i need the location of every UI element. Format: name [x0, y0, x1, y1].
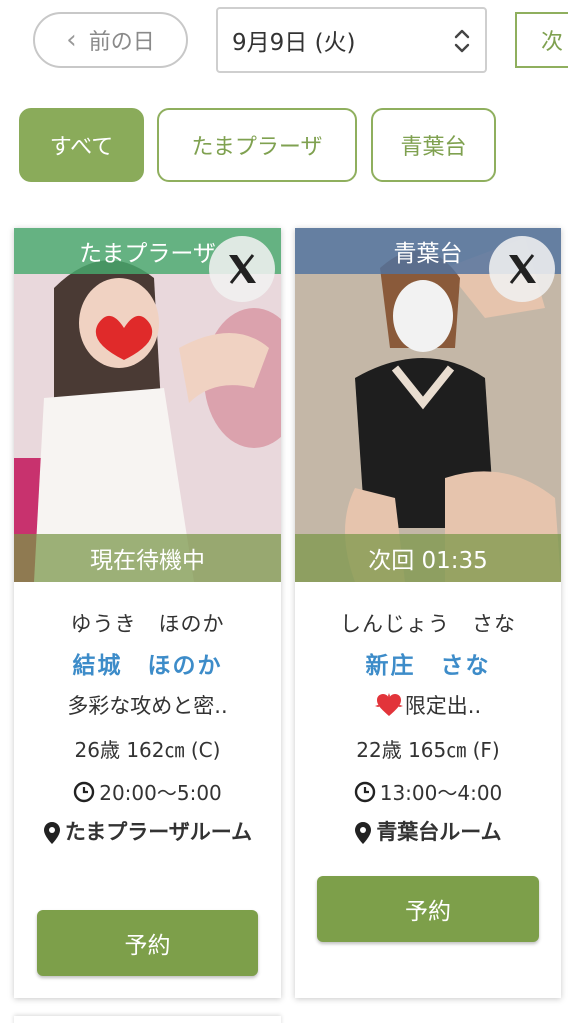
prev-day-button[interactable]: ‹ 前の日 [33, 12, 188, 68]
filter-aobadai[interactable]: 青葉台 [371, 108, 496, 182]
name-kana: しんじょう さな [340, 612, 516, 636]
next-day-button[interactable]: 次 [515, 12, 568, 68]
filter-tamaplaza-label: たまプラーザ [191, 135, 323, 160]
filter-all-label: すべて [49, 135, 114, 160]
cast-photo[interactable]: たまプラーザ 現在待機中 [14, 228, 281, 582]
room-name: 青葉台ルーム [376, 820, 502, 844]
updown-chevron-icon [454, 29, 470, 53]
room-name: たまプラーザルーム [64, 820, 253, 844]
date-select-value: 9月9日 (火) [232, 30, 356, 56]
reserve-button[interactable]: 予約 [37, 910, 258, 976]
date-select[interactable]: 9月9日 (火) [216, 7, 487, 73]
sparkling-heart-icon [374, 693, 403, 716]
work-hours: 13:00〜4:00 [379, 781, 503, 805]
catchcopy: 多彩な攻めと密.. [67, 694, 228, 718]
cast-card: 青葉台 次回 01:35 しんじょう さな 新庄 さな 限定出.. 22歳 16… [295, 228, 561, 998]
x-icon[interactable] [209, 236, 275, 302]
cast-specs: 26歳 162㎝ (C) [74, 738, 221, 762]
cast-photo[interactable]: 青葉台 次回 01:35 [295, 228, 561, 582]
cast-card [14, 1016, 281, 1023]
filter-tamaplaza[interactable]: たまプラーザ [157, 108, 357, 182]
reserve-button[interactable]: 予約 [317, 876, 539, 942]
clock-icon [74, 781, 95, 802]
cast-card: たまプラーザ 現在待機中 ゆうき ほのか 結城 ほのか 多彩な攻めと密.. 26… [14, 228, 281, 998]
x-icon[interactable] [489, 236, 555, 302]
location-pin-icon [355, 822, 372, 844]
filter-aobadai-label: 青葉台 [400, 135, 467, 160]
cast-specs: 22歳 165㎝ (F) [356, 738, 500, 762]
cast-name[interactable]: 結城 ほのか [14, 646, 281, 680]
next-day-label: 次 [541, 30, 564, 55]
cast-name[interactable]: 新庄 さな [295, 646, 561, 680]
chevron-left-icon: ‹ [66, 25, 77, 55]
status-badge: 現在待機中 [14, 534, 281, 582]
filter-all[interactable]: すべて [19, 108, 144, 182]
clock-icon [354, 781, 375, 802]
location-pin-icon [43, 822, 60, 844]
name-kana: ゆうき ほのか [70, 612, 225, 636]
catchcopy: 限定出.. [404, 694, 482, 718]
prev-day-label: 前の日 [88, 30, 155, 55]
work-hours: 20:00〜5:00 [99, 781, 222, 805]
status-badge: 次回 01:35 [295, 534, 561, 582]
